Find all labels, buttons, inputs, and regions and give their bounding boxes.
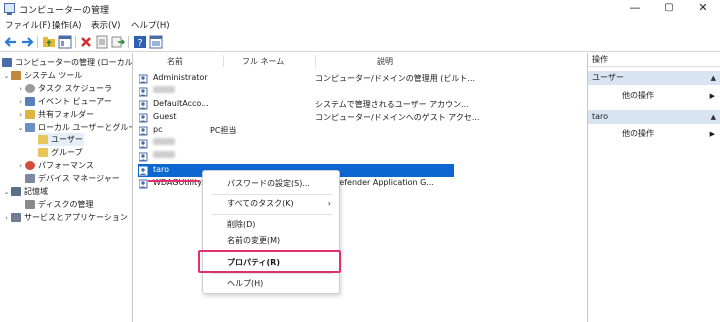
submenu-arrow-icon: ▶ (709, 130, 715, 138)
tree-item-groups[interactable]: グループ (38, 146, 83, 159)
user-icon (138, 126, 149, 136)
tree-item-users[interactable]: ユーザー (38, 133, 84, 146)
forward-arrow-icon[interactable] (20, 35, 34, 49)
title-bar: コンピューターの管理 — ▢ ✕ (0, 0, 720, 17)
tree-item-disk-management[interactable]: ディスクの管理 (25, 198, 93, 211)
menu-item-set-password[interactable]: パスワードの設定(S)... (203, 176, 341, 191)
tools-icon (11, 71, 21, 80)
menu-item-help[interactable]: ヘルプ(H) (203, 276, 341, 291)
folder-icon (38, 135, 48, 144)
maximize-button[interactable]: ▢ (652, 0, 686, 17)
table-row[interactable]: Administrator コンピューター/ドメインの管理用 (ビルト... (138, 72, 475, 85)
storage-icon (11, 187, 21, 196)
redacted-name (153, 138, 175, 145)
user-icon (138, 87, 149, 97)
computer-management-icon (4, 3, 15, 15)
user-icon (138, 113, 149, 123)
tree-item-system-tools[interactable]: ⌄ システム ツール (2, 69, 82, 82)
close-button[interactable]: ✕ (686, 0, 720, 17)
menu-item-rename[interactable]: 名前の変更(M) (203, 233, 341, 248)
collapse-icon[interactable]: ▲ (711, 71, 716, 85)
tree-item-performance[interactable]: › パフォーマンス (16, 159, 94, 172)
actions-header: 操作 (588, 53, 720, 67)
action-more-users[interactable]: 他の操作 ▶ (588, 89, 720, 103)
properties-highlight-box (198, 250, 341, 273)
menu-action[interactable]: 操作(A) (52, 19, 81, 31)
disk-icon (25, 200, 35, 209)
table-row[interactable] (138, 137, 454, 150)
minimize-button[interactable]: — (618, 0, 652, 17)
table-row[interactable] (138, 85, 454, 98)
shared-folder-icon (25, 110, 35, 119)
toolbar: ? (0, 32, 720, 52)
console-icon[interactable] (149, 35, 163, 49)
folder-up-icon[interactable] (42, 35, 56, 49)
menu-file[interactable]: ファイル(F) (5, 19, 51, 31)
user-icon (138, 139, 149, 149)
column-description[interactable]: 説明 (377, 56, 393, 67)
submenu-arrow-icon: ▶ (709, 92, 715, 100)
help-icon[interactable]: ? (133, 35, 147, 49)
actions-section-taro[interactable]: taro ▲ (588, 110, 720, 124)
tree-item-storage[interactable]: ⌄ 記憶域 (2, 185, 48, 198)
tree-item-event-viewer[interactable]: › イベント ビューアー (16, 95, 112, 108)
table-row[interactable]: pc PC担当 (138, 124, 454, 137)
tree-item-services-apps[interactable]: › サービスとアプリケーション (2, 211, 128, 224)
show-hide-tree-icon[interactable] (58, 35, 72, 49)
user-icon (138, 152, 149, 162)
clock-icon (25, 84, 35, 93)
services-icon (11, 213, 21, 222)
menu-bar: ファイル(F) 操作(A) 表示(V) ヘルプ(H) (0, 17, 720, 32)
redacted-name (153, 86, 175, 93)
users-group-icon (25, 123, 35, 132)
delete-icon[interactable] (79, 35, 93, 49)
user-icon (138, 74, 149, 84)
table-row[interactable]: Guest コンピューター/ドメインへのゲスト アクセ... (138, 111, 479, 124)
menu-item-delete[interactable]: 削除(D) (203, 217, 341, 232)
event-viewer-icon (25, 97, 35, 106)
table-row[interactable]: DefaultAcco... システムで管理されるユーザー アカウン... (138, 98, 469, 111)
column-full-name[interactable]: フル ネーム (242, 56, 284, 67)
computer-management-icon (2, 58, 12, 67)
navigation-tree: コンピューターの管理 (ローカル) ⌄ システム ツール › タスク スケジュー… (0, 53, 133, 322)
column-name[interactable]: 名前 (167, 56, 183, 67)
tree-root[interactable]: コンピューターの管理 (ローカル) (2, 56, 132, 69)
menu-view[interactable]: 表示(V) (91, 19, 120, 31)
actions-section-users[interactable]: ユーザー ▲ (588, 71, 720, 85)
table-row[interactable] (138, 150, 454, 163)
tree-item-device-manager[interactable]: デバイス マネージャー (25, 172, 120, 185)
context-menu: パスワードの設定(S)... すべてのタスク(K) › 削除(D) 名前の変更(… (202, 170, 340, 294)
export-icon[interactable] (111, 35, 125, 49)
back-arrow-icon[interactable] (4, 35, 18, 49)
user-icon (138, 100, 149, 110)
collapse-icon[interactable]: ▲ (711, 110, 716, 124)
menu-help[interactable]: ヘルプ(H) (131, 19, 170, 31)
user-icon (138, 166, 149, 176)
menu-item-all-tasks[interactable]: すべてのタスク(K) › (203, 196, 341, 211)
chevron-right-icon: › (327, 199, 331, 208)
folder-icon (38, 148, 48, 157)
tree-item-shared-folders[interactable]: › 共有フォルダー (16, 108, 94, 121)
window-title: コンピューターの管理 (19, 6, 110, 16)
svg-text:?: ? (137, 38, 142, 49)
device-manager-icon (25, 174, 35, 183)
action-more-taro[interactable]: 他の操作 ▶ (588, 127, 720, 141)
performance-icon (25, 161, 35, 170)
properties-icon[interactable] (95, 35, 109, 49)
taro-underline-marker (148, 180, 200, 182)
tree-item-task-scheduler[interactable]: › タスク スケジューラ (16, 82, 112, 95)
action-pane: 操作 ユーザー ▲ 他の操作 ▶ taro ▲ 他の操作 ▶ (587, 53, 720, 322)
redacted-name (153, 151, 175, 158)
